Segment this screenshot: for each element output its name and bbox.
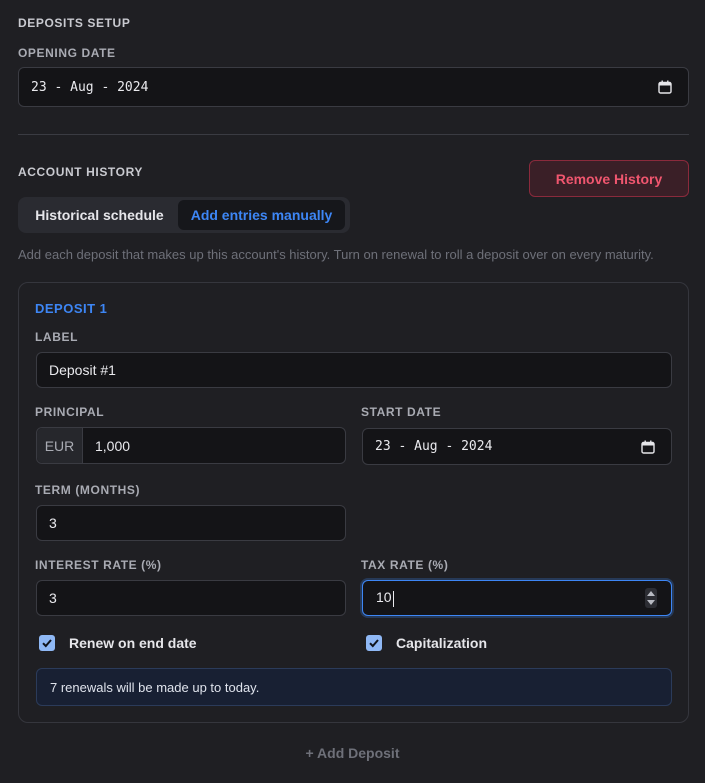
tax-rate-value: 10: [376, 589, 392, 606]
calendar-icon[interactable]: [658, 80, 672, 94]
label-field-label: LABEL: [35, 330, 78, 344]
checkmark-icon: [42, 639, 52, 648]
history-help-text: Add each deposit that makes up this acco…: [18, 247, 654, 262]
tab-historical-schedule[interactable]: Historical schedule: [21, 200, 178, 230]
renewals-info-box: 7 renewals will be made up to today.: [36, 668, 672, 706]
section-title-deposits-setup: DEPOSITS SETUP: [18, 16, 131, 30]
currency-prefix: EUR: [37, 428, 83, 463]
label-input-value: Deposit #1: [49, 362, 116, 378]
principal-input[interactable]: EUR 1,000: [36, 427, 346, 464]
opening-date-label: OPENING DATE: [18, 46, 116, 60]
section-divider: [18, 134, 689, 135]
remove-history-button[interactable]: Remove History: [529, 160, 689, 197]
deposits-setup-panel: DEPOSITS SETUP OPENING DATE 23 - Aug - 2…: [0, 0, 705, 783]
term-input[interactable]: 3: [36, 505, 346, 541]
interest-rate-label: INTEREST RATE (%): [35, 558, 162, 572]
section-title-account-history: ACCOUNT HISTORY: [18, 165, 144, 179]
interest-rate-value: 3: [49, 590, 57, 606]
start-date-input[interactable]: 23 - Aug - 2024: [362, 428, 672, 465]
opening-date-input[interactable]: 23 - Aug - 2024: [18, 67, 689, 107]
deposit-card-title: DEPOSIT 1: [35, 301, 108, 316]
term-value: 3: [49, 515, 57, 531]
spinner-arrows-icon[interactable]: [645, 588, 657, 608]
principal-label: PRINCIPAL: [35, 405, 105, 419]
add-deposit-button[interactable]: + Add Deposit: [0, 745, 705, 761]
term-label: TERM (MONTHS): [35, 483, 141, 497]
text-caret: [392, 590, 394, 607]
checkmark-icon: [369, 639, 379, 648]
principal-value: 1,000: [95, 437, 131, 454]
capitalization-checkbox[interactable]: [366, 635, 382, 651]
calendar-icon[interactable]: [641, 440, 655, 454]
capitalization-checkbox-row[interactable]: Capitalization: [366, 635, 487, 651]
history-mode-toggle: Historical schedule Add entries manually: [18, 197, 350, 233]
tab-add-entries-manually[interactable]: Add entries manually: [178, 200, 345, 230]
renew-checkbox-row[interactable]: Renew on end date: [39, 635, 197, 651]
interest-rate-input[interactable]: 3: [36, 580, 346, 616]
renew-label: Renew on end date: [69, 635, 197, 651]
renew-checkbox[interactable]: [39, 635, 55, 651]
tax-rate-input[interactable]: 10: [362, 580, 672, 616]
deposit-card: [18, 282, 689, 723]
start-date-value: 23 - Aug - 2024: [375, 439, 493, 454]
start-date-label: START DATE: [361, 405, 442, 419]
renewals-info-text: 7 renewals will be made up to today.: [50, 679, 260, 695]
opening-date-value: 23 - Aug - 2024: [31, 79, 149, 95]
capitalization-label: Capitalization: [396, 635, 488, 651]
label-input[interactable]: Deposit #1: [36, 352, 672, 388]
tax-rate-label: TAX RATE (%): [361, 558, 449, 572]
